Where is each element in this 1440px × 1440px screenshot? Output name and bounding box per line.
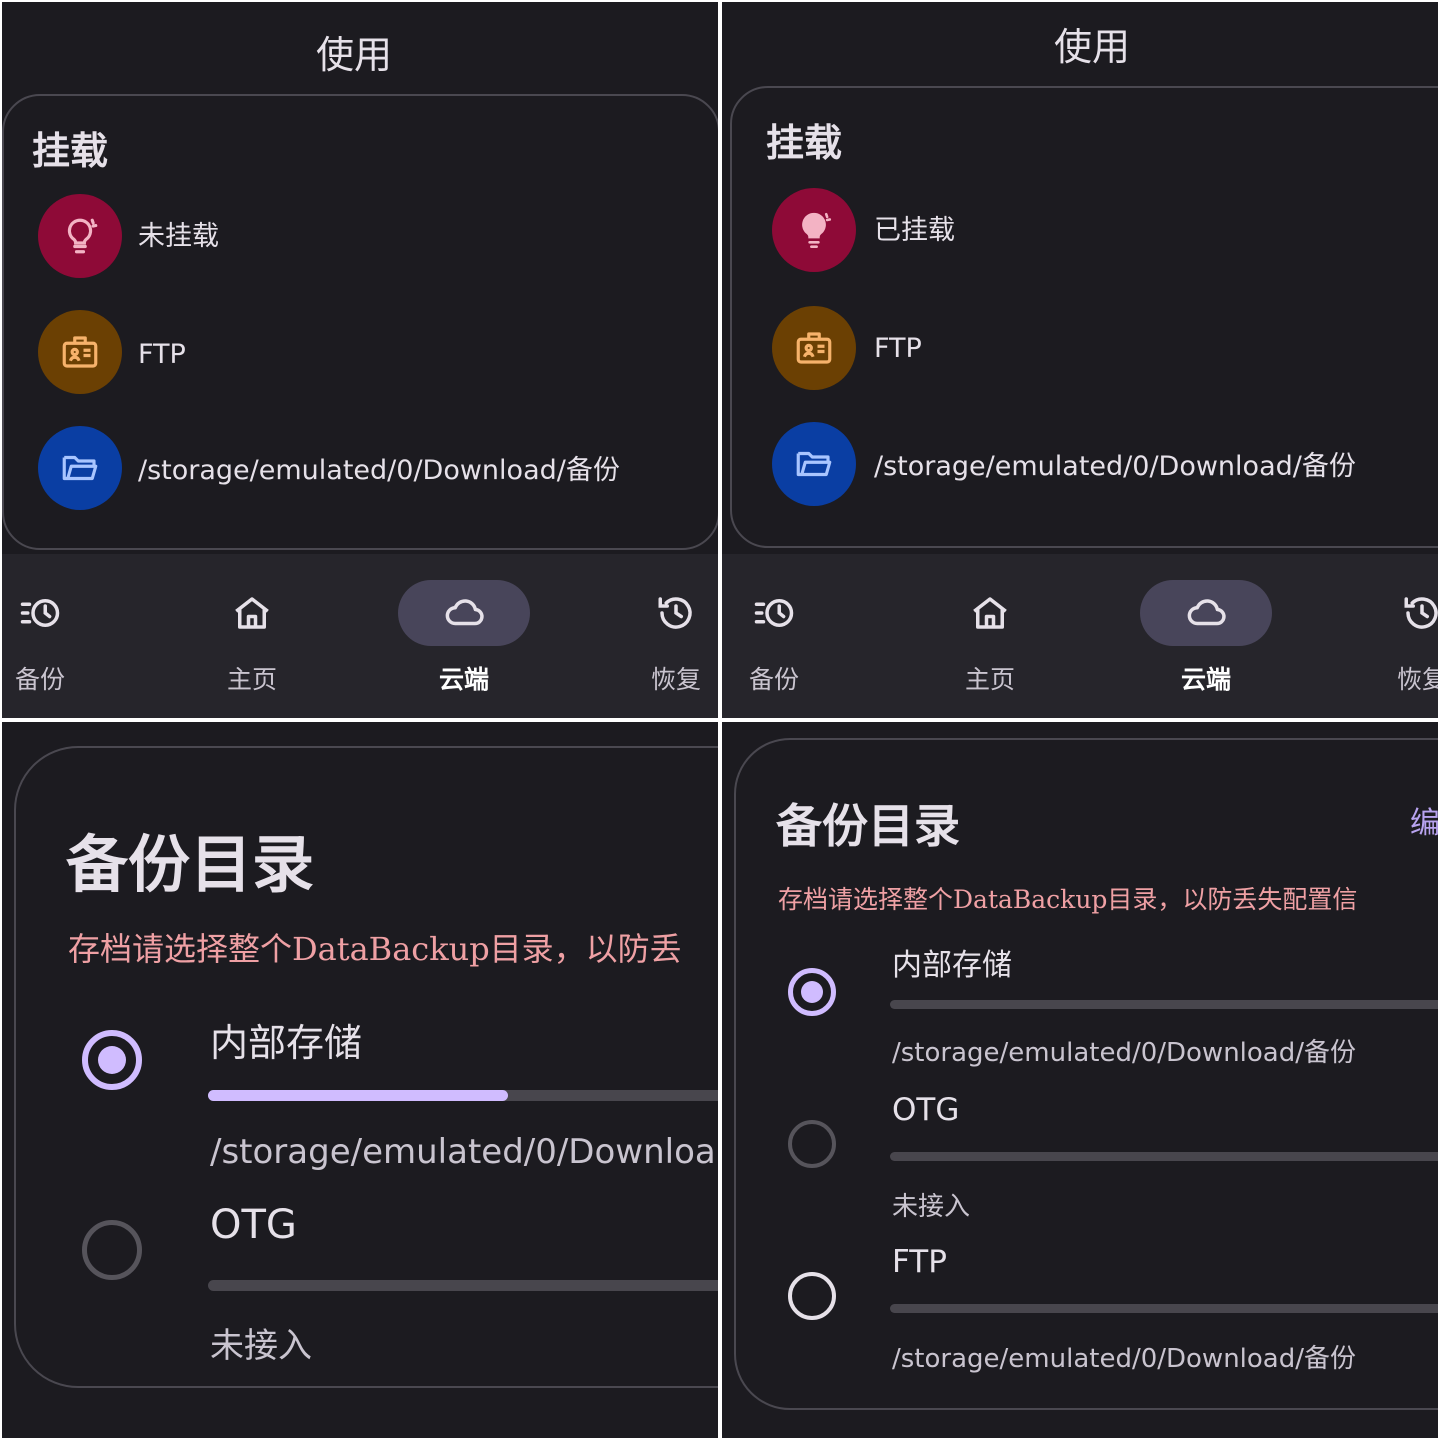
mount-card-title: 挂载 bbox=[766, 120, 843, 165]
option-path-internal-storage: /storage/emulated/0/Downloa bbox=[210, 1132, 716, 1172]
mount-status-text: 已挂载 bbox=[874, 215, 955, 246]
lightbulb-outline-icon bbox=[38, 194, 122, 278]
screenshot-panel-backup-dir-zoomed: 备份目录 存档请选择整个DataBackup目录，以防丢 内部存储 /stora… bbox=[2, 722, 718, 1438]
nav-item-home[interactable]: 主页 bbox=[910, 554, 1070, 718]
nav-item-home[interactable]: 主页 bbox=[172, 554, 332, 718]
option-path-ftp: /storage/emulated/0/Download/备份 bbox=[892, 1344, 1357, 1374]
cloud-icon bbox=[1187, 599, 1226, 626]
nav-label-cloud: 云端 bbox=[438, 665, 489, 694]
mount-card-title: 挂载 bbox=[32, 128, 109, 173]
radio-otg[interactable] bbox=[82, 1220, 142, 1280]
option-label-otg: OTG bbox=[210, 1202, 297, 1248]
backup-directory-title: 备份目录 bbox=[66, 828, 315, 901]
backup-directory-title: 备份目录 bbox=[776, 799, 960, 853]
bottom-navigation-bar: 备份 主页 云端 恢复 bbox=[722, 554, 1438, 718]
radio-internal-storage[interactable] bbox=[788, 968, 836, 1016]
nav-item-backup[interactable]: 备份 bbox=[722, 554, 854, 718]
backup-history-icon bbox=[754, 599, 794, 627]
folder-open-icon bbox=[38, 426, 122, 510]
nav-label-restore: 恢复 bbox=[1396, 665, 1438, 694]
mount-card: 挂载 未挂载 FTP /storage/emulated/0/Download/… bbox=[2, 94, 718, 550]
option-label-ftp: FTP bbox=[892, 1244, 947, 1280]
storage-usage-bar bbox=[890, 1000, 1438, 1009]
path-row-text: /storage/emulated/0/Download/备份 bbox=[874, 451, 1356, 482]
nav-item-cloud[interactable]: 云端 bbox=[1126, 554, 1286, 718]
storage-usage-bar bbox=[208, 1090, 718, 1101]
ftp-row-text: FTP bbox=[138, 339, 186, 370]
restore-icon bbox=[1404, 597, 1438, 629]
mount-card: 挂载 已挂载 FTP /storage/emulated/0/Download/… bbox=[730, 86, 1438, 548]
ftp-usage-bar bbox=[890, 1304, 1438, 1313]
option-path-internal-storage: /storage/emulated/0/Download/备份 bbox=[892, 1038, 1357, 1068]
backup-directory-card: 备份目录 存档请选择整个DataBackup目录，以防丢 内部存储 /stora… bbox=[14, 746, 718, 1388]
option-status-otg: 未接入 bbox=[892, 1192, 971, 1222]
nav-label-backup: 备份 bbox=[748, 665, 799, 694]
screenshot-panel-mounted: 使用 挂载 已挂载 FTP /storage/emulated/0/Downlo… bbox=[722, 2, 1438, 718]
nav-item-restore[interactable]: 恢复 bbox=[596, 554, 718, 718]
option-label-internal-storage: 内部存储 bbox=[892, 948, 1012, 983]
nav-label-restore: 恢复 bbox=[650, 665, 701, 694]
screen-title: 使用 bbox=[316, 33, 393, 77]
nav-label-home: 主页 bbox=[964, 665, 1015, 694]
lightbulb-filled-icon bbox=[772, 188, 856, 272]
backup-history-icon bbox=[20, 599, 60, 627]
option-label-internal-storage: 内部存储 bbox=[210, 1021, 363, 1065]
path-row-text: /storage/emulated/0/Download/备份 bbox=[138, 455, 620, 486]
backup-warning-text: 存档请选择整个DataBackup目录，以防丢失配置信 bbox=[778, 885, 1358, 914]
restore-icon bbox=[658, 597, 692, 629]
nav-label-backup: 备份 bbox=[14, 665, 65, 694]
option-label-otg: OTG bbox=[892, 1092, 960, 1128]
radio-internal-storage[interactable] bbox=[82, 1030, 142, 1090]
screenshot-panel-unmounted: 使用 挂载 未挂载 FTP /storage/emulated/0/Downlo… bbox=[2, 2, 718, 718]
radio-ftp[interactable] bbox=[788, 1272, 836, 1320]
ftp-row-text: FTP bbox=[874, 333, 922, 364]
bottom-navigation-bar: 备份 主页 云端 恢复 bbox=[2, 554, 718, 718]
ftp-badge-icon bbox=[38, 310, 122, 394]
backup-directory-card: 备份目录 编 存档请选择整个DataBackup目录，以防丢失配置信 内部存储 … bbox=[734, 738, 1438, 1410]
nav-label-home: 主页 bbox=[226, 665, 277, 694]
nav-item-backup[interactable]: 备份 bbox=[2, 554, 120, 718]
option-status-otg: 未接入 bbox=[210, 1326, 312, 1366]
mount-status-text: 未挂载 bbox=[138, 221, 219, 252]
nav-item-cloud[interactable]: 云端 bbox=[384, 554, 544, 718]
folder-open-icon bbox=[772, 422, 856, 506]
nav-label-cloud: 云端 bbox=[1180, 665, 1231, 694]
home-icon bbox=[973, 597, 1007, 629]
screen-title: 使用 bbox=[1054, 25, 1131, 69]
backup-warning-text: 存档请选择整个DataBackup目录，以防丢 bbox=[68, 930, 682, 968]
ftp-badge-icon bbox=[772, 306, 856, 390]
otg-usage-bar bbox=[890, 1152, 1438, 1161]
nav-item-restore[interactable]: 恢复 bbox=[1342, 554, 1438, 718]
home-icon bbox=[235, 597, 269, 629]
radio-otg[interactable] bbox=[788, 1120, 836, 1168]
cloud-icon bbox=[445, 599, 484, 626]
edit-button[interactable]: 编 bbox=[1410, 798, 1438, 842]
screenshot-panel-backup-dir: 备份目录 编 存档请选择整个DataBackup目录，以防丢失配置信 内部存储 … bbox=[722, 722, 1438, 1438]
otg-usage-bar bbox=[208, 1280, 718, 1291]
